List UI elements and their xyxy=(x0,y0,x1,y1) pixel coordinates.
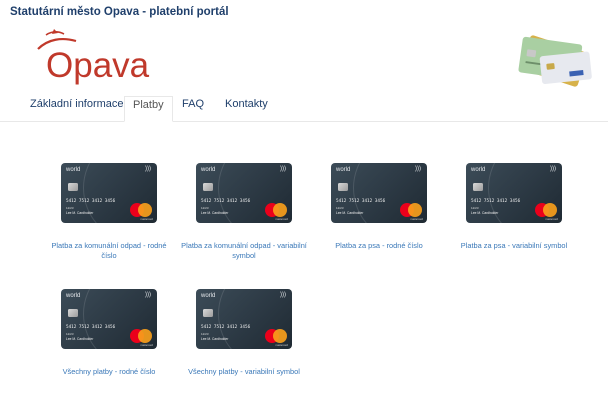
chip-icon xyxy=(68,183,78,191)
chip-icon xyxy=(68,309,78,317)
payment-card-image[interactable]: world ))) 5412 7512 3412 3456 12/23 Lee … xyxy=(61,163,157,223)
credit-cards-icon xyxy=(518,35,592,87)
tab-zakladni-informace[interactable]: Základní informace xyxy=(22,96,132,118)
card-network: mastercard xyxy=(140,344,153,347)
card-holder: Lee M. Cardholder xyxy=(66,337,94,341)
contactless-icon: ))) xyxy=(550,166,556,172)
card-holder: Lee M. Cardholder xyxy=(66,211,94,215)
payment-link[interactable]: Platba za komunální odpad - rodné číslo xyxy=(39,241,179,260)
card-network: mastercard xyxy=(140,218,153,221)
mastercard-icon xyxy=(130,203,152,217)
card-brand: world xyxy=(66,167,81,173)
payment-tile[interactable]: world ))) 5412 7512 3412 3456 12/23 Lee … xyxy=(174,289,314,377)
payment-link[interactable]: Všechny platby - rodné číslo xyxy=(39,367,179,377)
payment-card-image[interactable]: world ))) 5412 7512 3412 3456 12/23 Lee … xyxy=(61,289,157,349)
payment-card-image[interactable]: world ))) 5412 7512 3412 3456 12/23 Lee … xyxy=(331,163,427,223)
card-number: 5412 7512 3412 3456 xyxy=(471,199,521,204)
payment-link[interactable]: Platba za komunální odpad - variabilní s… xyxy=(174,241,314,260)
card-number: 5412 7512 3412 3456 xyxy=(201,325,251,330)
chip-icon xyxy=(338,183,348,191)
card-network: mastercard xyxy=(275,218,288,221)
chip-icon xyxy=(473,183,483,191)
payment-card-image[interactable]: world ))) 5412 7512 3412 3456 12/23 Lee … xyxy=(466,163,562,223)
mastercard-icon xyxy=(130,329,152,343)
card-brand: world xyxy=(336,167,351,173)
card-holder: Lee M. Cardholder xyxy=(201,211,229,215)
payment-link[interactable]: Platba za psa - variabilní symbol xyxy=(444,241,584,251)
card-holder: Lee M. Cardholder xyxy=(471,211,499,215)
payments-grid: world ))) 5412 7512 3412 3456 12/23 Lee … xyxy=(0,123,608,399)
card-network: mastercard xyxy=(275,344,288,347)
card-expiry: 12/23 xyxy=(336,206,344,210)
card-expiry: 12/23 xyxy=(201,332,209,336)
card-network: mastercard xyxy=(545,218,558,221)
card-expiry: 12/23 xyxy=(471,206,479,210)
contactless-icon: ))) xyxy=(280,166,286,172)
card-holder: Lee M. Cardholder xyxy=(201,337,229,341)
payment-tile[interactable]: world ))) 5412 7512 3412 3456 12/23 Lee … xyxy=(39,163,179,260)
card-holder: Lee M. Cardholder xyxy=(336,211,364,215)
payment-tile[interactable]: world ))) 5412 7512 3412 3456 12/23 Lee … xyxy=(309,163,449,251)
contactless-icon: ))) xyxy=(415,166,421,172)
portal-title: Statutární město Opava - platební portál xyxy=(10,6,229,18)
tab-kontakty[interactable]: Kontakty xyxy=(217,96,276,118)
tab-platby[interactable]: Platby xyxy=(124,96,173,122)
card-network: mastercard xyxy=(410,218,423,221)
card-brand: world xyxy=(201,293,216,299)
contactless-icon: ))) xyxy=(280,292,286,298)
payment-tile[interactable]: world ))) 5412 7512 3412 3456 12/23 Lee … xyxy=(174,163,314,260)
payment-card-image[interactable]: world ))) 5412 7512 3412 3456 12/23 Lee … xyxy=(196,289,292,349)
payment-link[interactable]: Platba za psa - rodné číslo xyxy=(309,241,449,251)
contactless-icon: ))) xyxy=(145,292,151,298)
payment-link[interactable]: Všechny platby - variabilní symbol xyxy=(174,367,314,377)
card-expiry: 12/23 xyxy=(66,206,74,210)
mastercard-icon xyxy=(265,203,287,217)
card-number: 5412 7512 3412 3456 xyxy=(66,325,116,330)
payment-tile[interactable]: world ))) 5412 7512 3412 3456 12/23 Lee … xyxy=(39,289,179,377)
card-brand: world xyxy=(66,293,81,299)
tab-faq[interactable]: FAQ xyxy=(174,96,212,118)
payment-tile[interactable]: world ))) 5412 7512 3412 3456 12/23 Lee … xyxy=(444,163,584,251)
logo-text: Opava xyxy=(46,46,150,85)
tab-bar: Základní informace Platby FAQ Kontakty xyxy=(0,92,608,122)
chip-icon xyxy=(203,309,213,317)
card-brand: world xyxy=(201,167,216,173)
card-expiry: 12/23 xyxy=(66,332,74,336)
mastercard-icon xyxy=(400,203,422,217)
chip-icon xyxy=(203,183,213,191)
payment-card-image[interactable]: world ))) 5412 7512 3412 3456 12/23 Lee … xyxy=(196,163,292,223)
contactless-icon: ))) xyxy=(145,166,151,172)
card-number: 5412 7512 3412 3456 xyxy=(201,199,251,204)
card-number: 5412 7512 3412 3456 xyxy=(336,199,386,204)
mastercard-icon xyxy=(535,203,557,217)
card-expiry: 12/23 xyxy=(201,206,209,210)
mastercard-icon xyxy=(265,329,287,343)
card-brand: world xyxy=(471,167,486,173)
card-number: 5412 7512 3412 3456 xyxy=(66,199,116,204)
